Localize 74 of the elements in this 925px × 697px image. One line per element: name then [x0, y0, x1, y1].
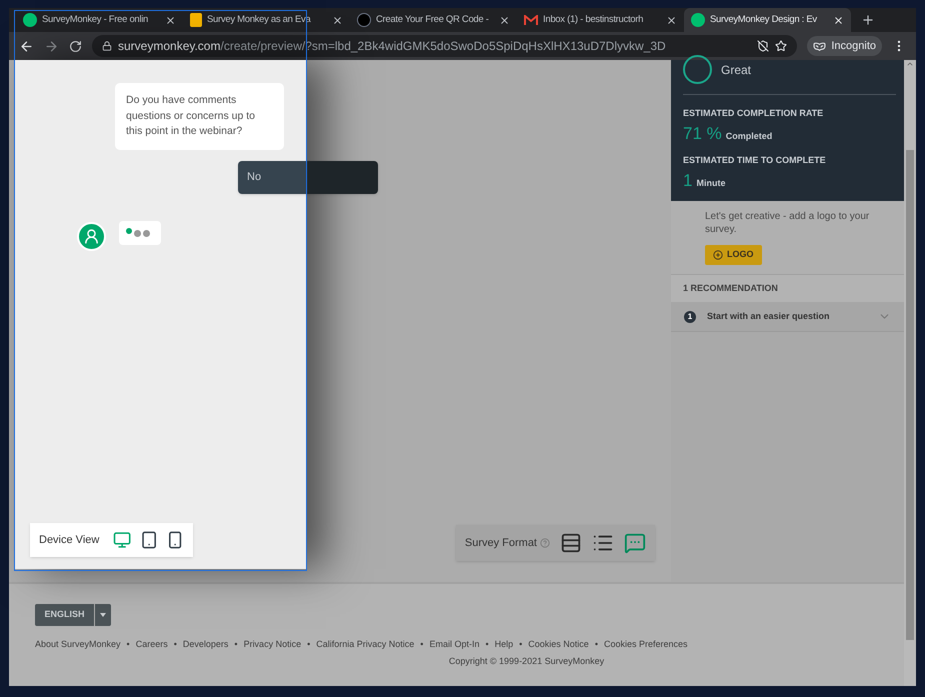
tab-title: Inbox (1) - bestinstructorh [543, 12, 644, 27]
footer-link[interactable]: Developers [182, 638, 228, 652]
bullet-separator: • [485, 638, 489, 651]
desktop-icon[interactable] [113, 530, 132, 550]
add-icon [713, 250, 723, 260]
footer-link[interactable]: Cookies Notice [528, 638, 589, 652]
rows-icon[interactable] [560, 532, 582, 554]
time-unit: Minute [696, 176, 726, 190]
mail-icon [524, 14, 538, 26]
score-ring-icon [683, 55, 712, 84]
close-icon[interactable] [666, 14, 677, 26]
bullet-separator: • [307, 638, 310, 651]
tab-title: Create Your Free QR Code - [376, 12, 490, 27]
completion-value: 71 % [683, 122, 722, 144]
tablet-icon[interactable] [140, 530, 158, 550]
bullet-separator: • [420, 638, 424, 651]
close-icon[interactable] [833, 14, 844, 26]
recommendations-heading: 1 RECOMMENDATION [683, 282, 778, 295]
time-value: 1 [683, 170, 692, 192]
blocked-cookies-icon[interactable] [757, 40, 770, 52]
avatar-icon [77, 222, 106, 251]
tab-title: SurveyMonkey - Free onlin [42, 12, 150, 27]
logo-hint: Let's get creative - add a logo to your survey. [705, 210, 870, 236]
footer-link[interactable]: Careers [136, 638, 168, 652]
monkey-logo-icon [691, 13, 705, 27]
language-dropdown[interactable]: ENGLISH [35, 604, 111, 626]
footer-link[interactable]: Cookies Preferences [604, 638, 688, 652]
close-icon[interactable] [332, 14, 343, 26]
completion-unit: Completed [726, 130, 772, 143]
monkey-logo-icon [23, 13, 37, 27]
browser-tab[interactable]: Create Your Free QR Code - [350, 8, 517, 32]
scrollbar-thumb[interactable] [906, 150, 914, 640]
time-label: ESTIMATED TIME TO COMPLETE [683, 154, 827, 167]
slides-icon [190, 13, 202, 27]
browser-tab[interactable]: SurveyMonkey - Free onlin [16, 8, 183, 32]
footer-link[interactable]: Privacy Notice [244, 638, 302, 652]
device-view-label: Device View [39, 532, 100, 548]
tab-title: SurveyMonkey Design : Ev [710, 12, 818, 27]
bullet-separator: • [234, 638, 238, 651]
footer-link[interactable]: California Privacy Notice [316, 638, 414, 652]
answer-bubble[interactable]: No [238, 161, 378, 194]
footer-link[interactable]: Help [494, 638, 514, 652]
typing-indicator [119, 221, 161, 245]
bullet-separator: • [174, 638, 177, 651]
logo-button[interactable]: LOGO [705, 245, 762, 265]
new-tab-icon[interactable] [861, 13, 875, 27]
bullet-separator: • [519, 638, 522, 651]
scrollbar[interactable] [904, 60, 916, 686]
reload-icon[interactable] [69, 40, 82, 52]
bookmark-star-icon[interactable] [775, 40, 788, 52]
forward-icon[interactable] [44, 38, 59, 54]
back-icon[interactable] [19, 38, 34, 54]
browser-tab[interactable]: Inbox (1) - bestinstructorh [517, 8, 684, 32]
copyright-text: Copyright © 1999-2021 SurveyMonkey [448, 654, 604, 668]
question-bubble: Do you have comments questions or concerns up to this point in the webinar? [115, 83, 284, 150]
recommendation-text: Start with an easier question [707, 310, 831, 323]
footer-link[interactable]: Email Opt-In [429, 638, 480, 652]
scroll-up-icon[interactable] [906, 60, 914, 68]
caret-icon [100, 613, 106, 617]
survey-format-label: Survey Format [464, 536, 537, 551]
close-icon[interactable] [499, 14, 510, 26]
recommendation-number: 1 [684, 310, 696, 322]
completion-label: ESTIMATED COMPLETION RATE [683, 107, 824, 120]
incognito-icon [813, 40, 826, 52]
browser-tab[interactable]: SurveyMonkey Design : Ev [684, 8, 851, 32]
close-icon[interactable] [165, 14, 176, 26]
footer-link[interactable]: About SurveyMonkey [35, 638, 121, 652]
incognito-badge[interactable]: Incognito [807, 36, 882, 56]
profile-name: Incognito [831, 38, 876, 54]
bullet-separator: • [594, 638, 598, 651]
lock-icon [102, 41, 112, 51]
score-rating: Great [721, 62, 752, 78]
language-label: ENGLISH [35, 604, 95, 626]
bullet-separator: • [126, 638, 130, 651]
